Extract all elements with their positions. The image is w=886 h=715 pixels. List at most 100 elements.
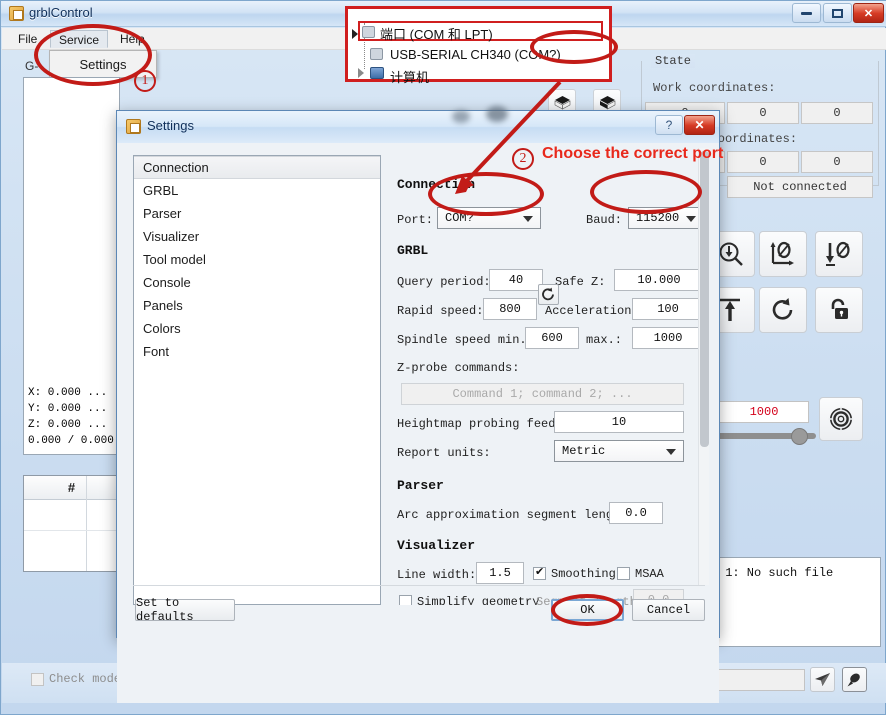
sidebar-item-connection-label: Connection [143, 160, 209, 175]
safe-z-input[interactable]: 10.000 [614, 269, 704, 291]
settings-close-button[interactable]: ✕ [684, 115, 715, 135]
sidebar-item-connection[interactable]: Connection [134, 156, 380, 179]
chevron-down-icon [523, 216, 533, 222]
smoothing-checkbox[interactable] [533, 565, 546, 580]
rapid-speed-input[interactable]: 800 [483, 298, 537, 320]
spindle-max-input[interactable]: 1000 [632, 327, 704, 349]
check-mode-label: Check mode [49, 672, 122, 686]
minimize-button[interactable] [792, 3, 821, 23]
maximize-button[interactable] [823, 3, 852, 23]
sidebar-item-parser[interactable]: Parser [134, 202, 380, 225]
machine-coord-z[interactable]: 0 [801, 151, 873, 173]
menu-file-label: File [18, 32, 38, 46]
line-width-label: Line width: [397, 568, 477, 582]
sidebar-item-console[interactable]: Console [134, 271, 380, 294]
coordinates-readout: X: 0.000 ... Y: 0.000 ... Z: 0.000 ... 0… [28, 385, 118, 449]
device-manager-popup: 端口 (COM 和 LPT) USB-SERIAL CH340 (COM?) 计… [345, 6, 612, 85]
machine-coord-y[interactable]: 0 [727, 151, 799, 173]
arc-segment-input[interactable]: 0.0 [609, 502, 663, 524]
zero-z-button[interactable] [815, 231, 863, 277]
chevron-down-icon [666, 449, 676, 455]
spindle-speed-value[interactable]: 1000 [719, 401, 809, 423]
sidebar-item-colors[interactable]: Colors [134, 317, 380, 340]
query-period-label: Query period: [397, 275, 491, 289]
baud-select[interactable]: 115200 [628, 207, 704, 229]
device-tree-ports-label: 端口 (COM 和 LPT) [380, 27, 493, 42]
settings-scrollbar-thumb[interactable] [700, 151, 709, 447]
port-label: Port: [397, 213, 434, 227]
minimize-icon [801, 11, 812, 15]
ok-button[interactable]: OK [551, 599, 624, 621]
acceleration-input[interactable]: 100 [632, 298, 704, 320]
report-units-label: Report units: [397, 446, 491, 460]
report-units-select[interactable]: Metric [554, 440, 684, 462]
port-select[interactable]: COM? [437, 207, 541, 229]
sidebar-item-panels[interactable]: Panels [134, 294, 380, 317]
sidebar-item-panels-label: Panels [143, 298, 183, 313]
menu-item-settings-label: Settings [79, 56, 127, 72]
check-mode-checkbox[interactable] [31, 673, 44, 686]
menu-service[interactable]: Service [50, 30, 109, 48]
settings-dialog-titlebar: Settings ? ✕ [117, 111, 719, 143]
maximize-icon [832, 8, 843, 18]
smoothing-label: Smoothing [551, 567, 616, 581]
msaa-checkbox[interactable] [617, 567, 630, 580]
device-tree-ports-node[interactable]: 端口 (COM 和 LPT) [352, 21, 603, 42]
port-icon [362, 26, 375, 38]
settings-scrollbar-track[interactable] [698, 148, 709, 585]
background-blur-two [486, 106, 508, 122]
zero-xy-button[interactable] [759, 231, 807, 277]
sidebar-item-font[interactable]: Font [134, 340, 380, 363]
cube-split-icon [599, 95, 615, 109]
sidebar-item-console-label: Console [143, 275, 191, 290]
set-to-defaults-button[interactable]: Set to defaults [135, 596, 235, 624]
settings-category-list[interactable]: Connection GRBL Parser Visualizer Tool m… [133, 155, 381, 605]
menu-service-label: Service [59, 33, 100, 47]
zprobe-commands-input[interactable]: Command 1; command 2; ... [401, 383, 684, 405]
coord-z: Z: 0.000 ... [28, 419, 108, 431]
device-tree-computer-label[interactable]: 计算机 [390, 67, 429, 86]
connection-section-heading: Connection [397, 177, 476, 192]
report-units-value: Metric [562, 444, 606, 458]
work-coord-y[interactable]: 0 [727, 102, 799, 124]
zero-z-icon [826, 241, 850, 266]
spindle-slider-knob[interactable] [791, 428, 808, 445]
sidebar-item-tool-model[interactable]: Tool model [134, 248, 380, 271]
spindle-min-input[interactable]: 600 [525, 327, 579, 349]
send-command-button[interactable] [810, 667, 835, 692]
refresh-ports-button[interactable] [538, 284, 559, 305]
simplify-geometry-checkbox[interactable] [399, 595, 412, 605]
spindle-settings-button[interactable] [819, 397, 863, 441]
arc-segment-label: Arc approximation segment length: [397, 508, 635, 522]
annotation-instruction-text: Choose the correct port [542, 145, 724, 162]
background-blur-one [452, 110, 470, 123]
settings-help-button[interactable]: ? [655, 115, 683, 135]
work-coord-z[interactable]: 0 [801, 102, 873, 124]
gcode-table[interactable]: # [23, 475, 120, 572]
query-period-input[interactable]: 40 [489, 269, 543, 291]
unlock-button[interactable] [815, 287, 863, 333]
close-button[interactable]: ✕ [853, 3, 884, 23]
spindle-min-label: Spindle speed min.: [397, 333, 534, 347]
footer-separator [133, 585, 705, 586]
reset-button[interactable] [759, 287, 807, 333]
menu-help[interactable]: Help [112, 30, 153, 48]
sidebar-item-grbl[interactable]: GRBL [134, 179, 380, 202]
work-coordinates-label: Work coordinates: [653, 81, 776, 95]
zoom-probe-icon [719, 242, 743, 266]
edit-command-button[interactable] [842, 667, 867, 692]
sidebar-item-visualizer-label: Visualizer [143, 229, 200, 244]
heightmap-feed-input[interactable]: 10 [554, 411, 684, 433]
baud-select-value: 115200 [636, 211, 680, 225]
menu-file[interactable]: File [10, 30, 45, 48]
sidebar-item-grbl-label: GRBL [143, 183, 179, 198]
sidebar-item-visualizer[interactable]: Visualizer [134, 225, 380, 248]
device-tree-ch340-label[interactable]: USB-SERIAL CH340 (COM?) [390, 47, 561, 62]
table-column-divider [86, 476, 87, 571]
table-row-divider [24, 530, 119, 531]
expand-triangle-icon [352, 29, 358, 39]
cancel-button[interactable]: Cancel [632, 599, 705, 621]
parser-section-heading: Parser [397, 478, 444, 493]
home-icon [720, 298, 740, 321]
line-width-input[interactable]: 1.5 [476, 562, 524, 584]
